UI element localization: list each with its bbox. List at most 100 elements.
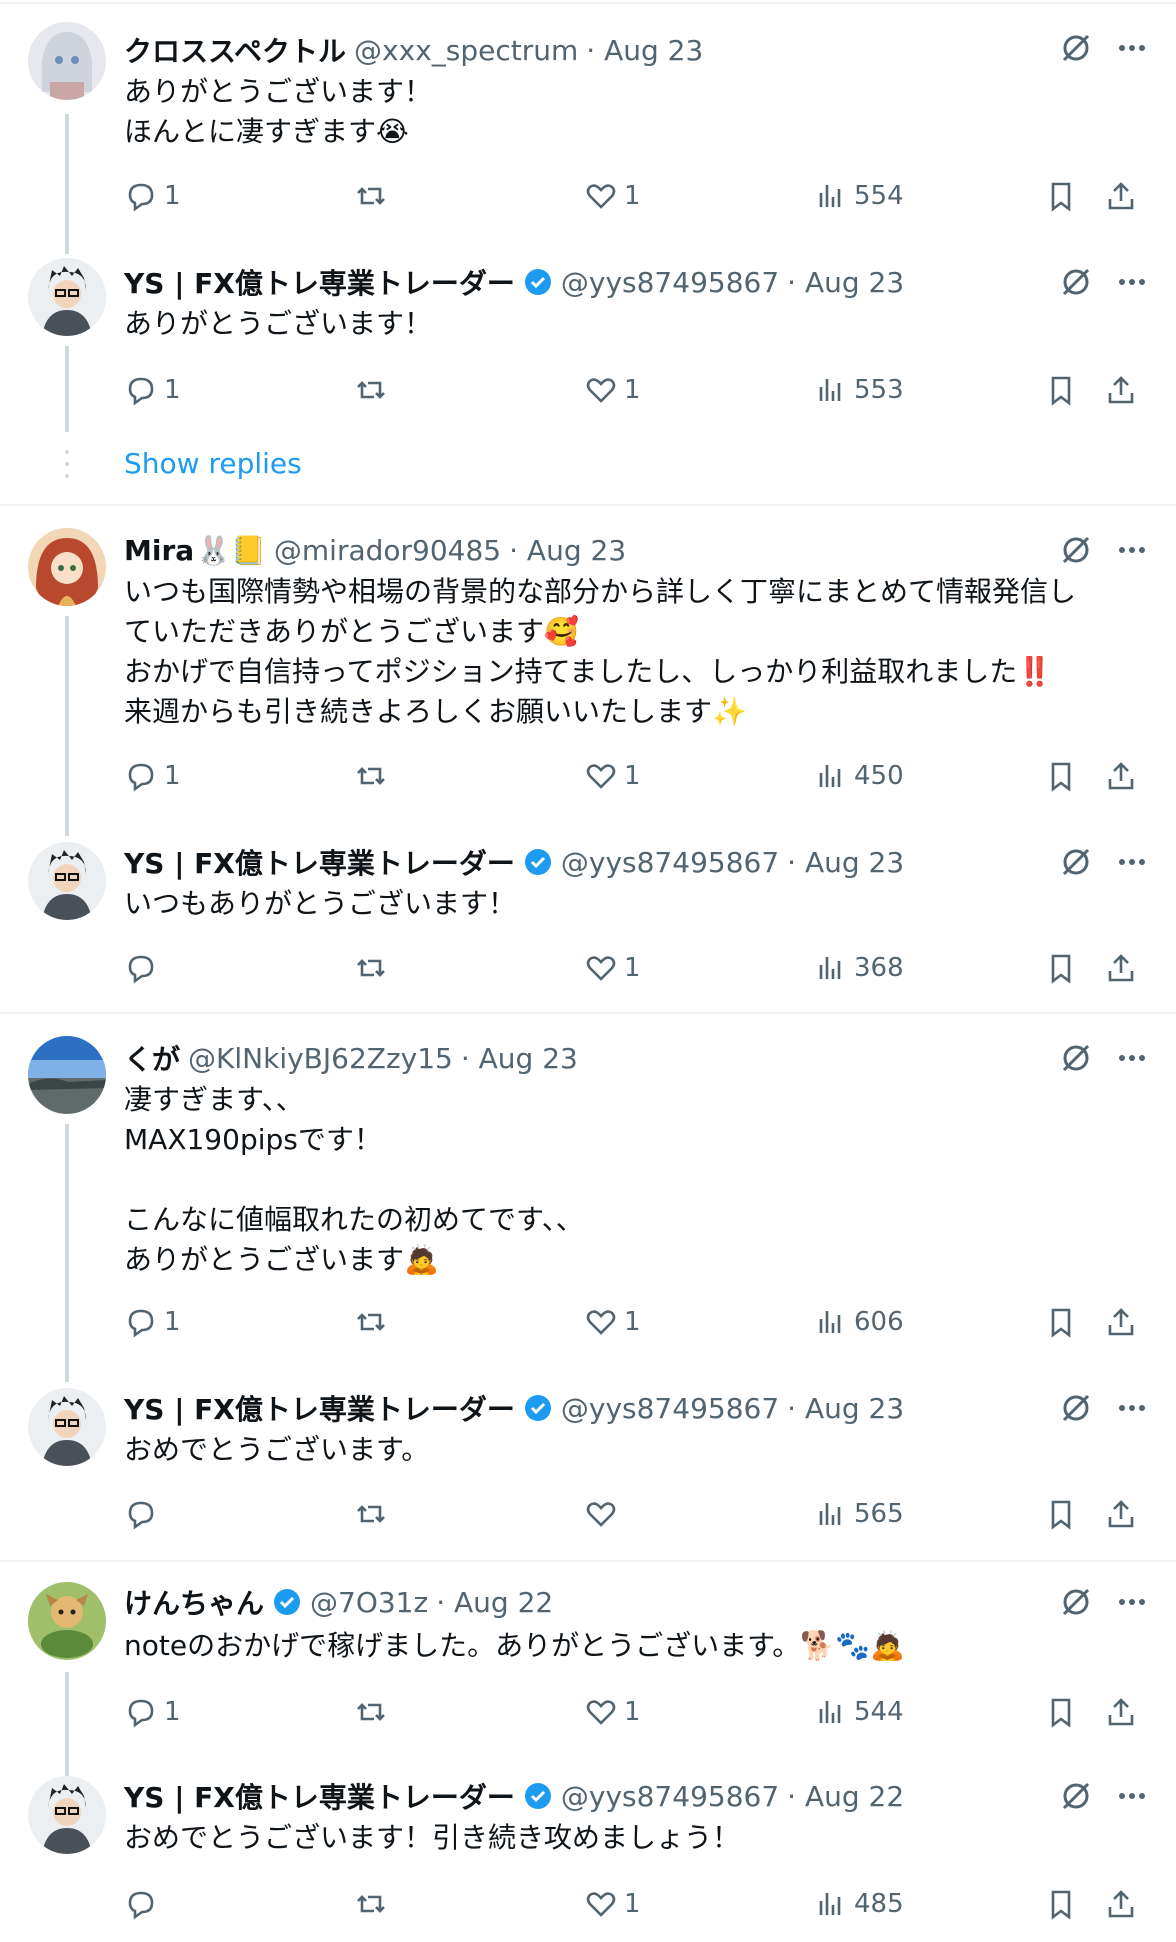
like-button[interactable]: 1: [584, 368, 641, 412]
share-button[interactable]: [1104, 1882, 1138, 1926]
views-button[interactable]: 565: [814, 1492, 904, 1536]
share-button[interactable]: [1104, 754, 1138, 798]
grok-icon[interactable]: [1058, 30, 1094, 66]
reply-button[interactable]: [124, 1492, 164, 1536]
author-handle[interactable]: @xxx_spectrum: [354, 34, 578, 67]
author-handle[interactable]: @KlNkiyBJ62Zzy15: [188, 1042, 453, 1075]
author-handle[interactable]: @yys87495867: [561, 1392, 779, 1425]
share-button[interactable]: [1104, 174, 1138, 218]
grok-icon[interactable]: [1058, 844, 1094, 880]
like-button[interactable]: 1: [584, 1300, 641, 1344]
grok-icon[interactable]: [1058, 1390, 1094, 1426]
author-handle[interactable]: @mirador90485: [274, 534, 501, 567]
avatar[interactable]: [28, 528, 106, 606]
reply-button[interactable]: 1: [124, 174, 181, 218]
like-button[interactable]: 1: [584, 1882, 641, 1926]
tweet-date[interactable]: · Aug 23: [509, 534, 626, 567]
views-button[interactable]: 368: [814, 946, 904, 990]
retweet-button[interactable]: [354, 1492, 394, 1536]
bookmark-button[interactable]: [1044, 1690, 1078, 1734]
author-handle[interactable]: @yys87495867: [561, 266, 779, 299]
tweet-date[interactable]: · Aug 23: [586, 34, 703, 67]
share-button[interactable]: [1104, 946, 1138, 990]
bookmark-button[interactable]: [1044, 754, 1078, 798]
grok-icon[interactable]: [1058, 532, 1094, 568]
author-name[interactable]: YS | FX億トレ専業トレーダー: [124, 1776, 515, 1816]
tweet-date[interactable]: · Aug 23: [787, 266, 904, 299]
retweet-button[interactable]: [354, 754, 394, 798]
reply-button[interactable]: 1: [124, 368, 181, 412]
author-name[interactable]: YS | FX億トレ専業トレーダー: [124, 262, 515, 302]
grok-icon[interactable]: [1058, 264, 1094, 300]
views-button[interactable]: 554: [814, 174, 904, 218]
avatar[interactable]: [28, 22, 106, 100]
reply-button[interactable]: 1: [124, 1300, 181, 1344]
tweet-date[interactable]: · Aug 22: [436, 1586, 553, 1619]
avatar[interactable]: [28, 258, 106, 336]
author-handle[interactable]: @yys87495867: [561, 1780, 779, 1813]
views-button[interactable]: 553: [814, 368, 904, 412]
share-button[interactable]: [1104, 1300, 1138, 1344]
retweet-button[interactable]: [354, 946, 394, 990]
more-icon[interactable]: [1114, 532, 1150, 568]
views-button[interactable]: 450: [814, 754, 904, 798]
more-icon[interactable]: [1114, 844, 1150, 880]
more-icon[interactable]: [1114, 1390, 1150, 1426]
author-name[interactable]: YS | FX億トレ専業トレーダー: [124, 1388, 515, 1428]
bookmark-button[interactable]: [1044, 946, 1078, 990]
share-button[interactable]: [1104, 368, 1138, 412]
show-replies-link[interactable]: Show replies: [124, 447, 302, 480]
reply-button[interactable]: [124, 946, 164, 990]
avatar[interactable]: [28, 1582, 106, 1660]
share-button[interactable]: [1104, 1690, 1138, 1734]
bookmark-button[interactable]: [1044, 1492, 1078, 1536]
views-button[interactable]: 485: [814, 1882, 904, 1926]
author-name[interactable]: YS | FX億トレ専業トレーダー: [124, 842, 515, 882]
views-button[interactable]: 606: [814, 1300, 904, 1344]
bookmark-icon: [1051, 376, 1071, 406]
author-name[interactable]: けんちゃん: [124, 1582, 264, 1622]
author-handle[interactable]: @yys87495867: [561, 846, 779, 879]
more-icon[interactable]: [1114, 30, 1150, 66]
more-icon[interactable]: [1114, 1778, 1150, 1814]
retweet-button[interactable]: [354, 368, 394, 412]
like-button[interactable]: 1: [584, 1690, 641, 1734]
author-name[interactable]: くが: [124, 1038, 180, 1078]
reply-button[interactable]: 1: [124, 1690, 181, 1734]
grok-icon[interactable]: [1058, 1584, 1094, 1620]
retweet-button[interactable]: [354, 1690, 394, 1734]
more-icon[interactable]: [1114, 264, 1150, 300]
author-name[interactable]: Mira: [124, 534, 194, 567]
share-button[interactable]: [1104, 1492, 1138, 1536]
bookmark-button[interactable]: [1044, 1882, 1078, 1926]
like-button[interactable]: 1: [584, 174, 641, 218]
like-button[interactable]: 1: [584, 754, 641, 798]
tweet-date[interactable]: · Aug 23: [787, 1392, 904, 1425]
bookmark-button[interactable]: [1044, 368, 1078, 412]
avatar[interactable]: [28, 1776, 106, 1854]
retweet-button[interactable]: [354, 1300, 394, 1344]
retweet-button[interactable]: [354, 1882, 394, 1926]
bookmark-button[interactable]: [1044, 174, 1078, 218]
bookmark-button[interactable]: [1044, 1300, 1078, 1344]
tweet-date[interactable]: · Aug 23: [787, 846, 904, 879]
grok-icon[interactable]: [1058, 1778, 1094, 1814]
author-name[interactable]: クロススペクトル: [124, 30, 346, 70]
more-icon[interactable]: [1114, 1584, 1150, 1620]
like-button[interactable]: 1: [584, 946, 641, 990]
avatar[interactable]: [28, 1036, 106, 1114]
avatar[interactable]: [28, 1388, 106, 1466]
reply-button[interactable]: 1: [124, 754, 181, 798]
more-icon[interactable]: [1114, 1040, 1150, 1076]
grok-icon[interactable]: [1058, 1040, 1094, 1076]
bookmark-icon: [1051, 182, 1071, 212]
author-handle[interactable]: @7O31z: [310, 1586, 428, 1619]
views-button[interactable]: 544: [814, 1690, 904, 1734]
avatar[interactable]: [28, 842, 106, 920]
like-button[interactable]: [584, 1492, 624, 1536]
heart-icon: [586, 1502, 616, 1527]
tweet-date[interactable]: · Aug 22: [787, 1780, 904, 1813]
retweet-button[interactable]: [354, 174, 394, 218]
reply-button[interactable]: [124, 1882, 164, 1926]
tweet-date[interactable]: · Aug 23: [461, 1042, 578, 1075]
